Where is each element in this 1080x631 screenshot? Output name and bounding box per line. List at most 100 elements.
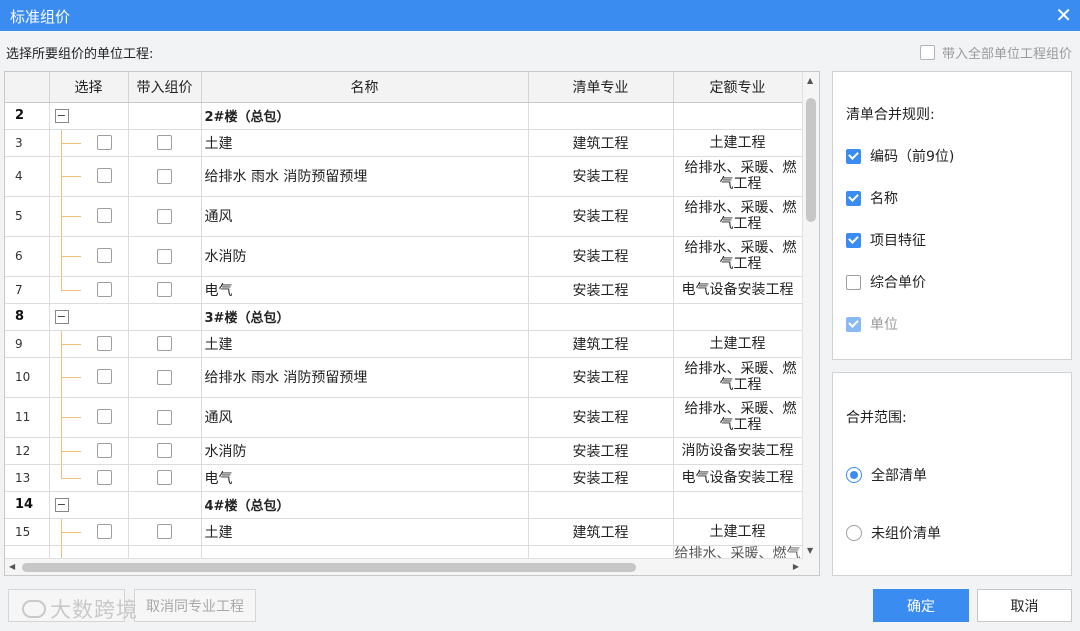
merge-rule-features[interactable]: 项目特征 xyxy=(846,230,926,250)
select-cell[interactable] xyxy=(49,357,129,398)
select-checkbox[interactable] xyxy=(96,409,112,424)
quota-major[interactable] xyxy=(673,102,803,130)
scroll-up-icon[interactable]: ▲ xyxy=(807,76,813,85)
select-checkbox[interactable] xyxy=(96,281,112,297)
bring-pricing-checkbox[interactable] xyxy=(157,524,172,539)
quota-major[interactable]: 给排水、采暖、燃气工程 xyxy=(673,357,803,398)
column-header-bring-pricing[interactable]: 带入组价 xyxy=(128,72,202,103)
bring-pricing-checkbox[interactable] xyxy=(157,248,172,264)
name-checkbox[interactable] xyxy=(846,190,861,206)
select-cell[interactable] xyxy=(49,276,129,304)
list-major[interactable]: 安装工程 xyxy=(528,196,674,237)
scroll-down-icon[interactable]: ▼ xyxy=(807,546,813,555)
quota-major[interactable]: 消防设备安装工程 xyxy=(673,437,803,465)
list-major[interactable]: 安装工程 xyxy=(528,156,674,197)
scope-unpriced-lists[interactable]: 未组价清单 xyxy=(846,523,941,543)
bring-pricing-checkbox[interactable] xyxy=(157,336,172,351)
list-major[interactable]: 建筑工程 xyxy=(528,129,674,157)
bring-pricing-checkbox[interactable] xyxy=(157,470,172,485)
table-row[interactable]: 11 通风 安装工程 给排水、采暖、燃气工程 xyxy=(5,397,803,438)
table-row[interactable]: 10 给排水 雨水 消防预留预埋 安装工程 给排水、采暖、燃气工程 xyxy=(5,357,803,398)
bring-pricing-cell[interactable] xyxy=(128,156,202,197)
table-row[interactable]: 13 电气 安装工程 电气设备安装工程 xyxy=(5,464,803,492)
column-header-list-major[interactable]: 清单专业 xyxy=(528,72,674,103)
list-major[interactable]: 安装工程 xyxy=(528,236,674,277)
group-row[interactable]: 8− 3#楼（总包） xyxy=(5,303,803,331)
bring-pricing-cell[interactable] xyxy=(128,397,202,438)
horizontal-scroll-thumb[interactable] xyxy=(22,563,636,572)
column-header-quota-major[interactable]: 定额专业 xyxy=(673,72,803,103)
close-icon[interactable]: ✕ xyxy=(1055,2,1072,28)
bring-pricing-cell[interactable] xyxy=(128,303,202,331)
quota-major[interactable] xyxy=(673,303,803,331)
list-major[interactable] xyxy=(528,303,674,331)
bring-pricing-cell[interactable] xyxy=(128,276,202,304)
bring-pricing-checkbox[interactable] xyxy=(157,369,172,385)
select-cell[interactable] xyxy=(49,236,129,277)
quota-major[interactable] xyxy=(673,491,803,519)
quota-major[interactable]: 给排水、采暖、燃气工程 xyxy=(673,397,803,438)
bring-pricing-cell[interactable] xyxy=(128,518,202,546)
select-checkbox[interactable] xyxy=(96,369,112,384)
table-row[interactable]: 9 土建 建筑工程 土建工程 xyxy=(5,330,803,358)
features-checkbox[interactable] xyxy=(846,232,861,248)
list-major[interactable] xyxy=(528,491,674,519)
code-checkbox[interactable] xyxy=(846,148,861,164)
bring-pricing-cell[interactable] xyxy=(128,464,202,492)
select-cell[interactable]: − xyxy=(49,491,129,519)
scope-all-lists[interactable]: 全部清单 xyxy=(846,465,927,485)
list-major[interactable]: 建筑工程 xyxy=(528,330,674,358)
confirm-button[interactable]: 确定 xyxy=(873,589,969,622)
merge-rule-unit-price[interactable]: 综合单价 xyxy=(846,272,926,292)
bring-pricing-checkbox[interactable] xyxy=(157,409,172,425)
collapse-icon[interactable]: − xyxy=(54,497,69,512)
select-cell[interactable] xyxy=(49,156,129,197)
select-cell[interactable]: − xyxy=(49,303,129,331)
select-cell[interactable]: − xyxy=(49,102,129,130)
vertical-scroll-thumb[interactable] xyxy=(806,98,816,222)
unit-price-checkbox[interactable] xyxy=(846,274,861,290)
bring-pricing-cell[interactable] xyxy=(128,437,202,465)
select-checkbox[interactable] xyxy=(96,168,112,183)
vertical-scrollbar[interactable]: ▲ ▼ xyxy=(802,72,819,575)
merge-rule-code[interactable]: 编码（前9位) xyxy=(846,146,954,166)
select-cell[interactable] xyxy=(49,330,129,358)
list-major[interactable]: 安装工程 xyxy=(528,437,674,465)
list-major[interactable] xyxy=(528,102,674,130)
select-checkbox[interactable] xyxy=(96,208,112,223)
select-cell[interactable] xyxy=(49,464,129,492)
quota-major[interactable]: 给排水、采暖、燃气工程 xyxy=(673,156,803,197)
select-cell[interactable] xyxy=(49,437,129,465)
cancel-same-major-button[interactable]: 取消同专业工程 xyxy=(134,589,256,622)
bring-pricing-checkbox[interactable] xyxy=(157,443,172,458)
table-row[interactable]: 15 土建 建筑工程 土建工程 xyxy=(5,518,803,546)
list-major[interactable]: 安装工程 xyxy=(528,276,674,304)
table-row[interactable]: 5 通风 安装工程 给排水、采暖、燃气工程 xyxy=(5,196,803,237)
select-checkbox[interactable] xyxy=(96,442,112,458)
bring-pricing-cell[interactable] xyxy=(128,129,202,157)
quota-major[interactable]: 电气设备安装工程 xyxy=(673,464,803,492)
bring-pricing-checkbox[interactable] xyxy=(157,282,172,297)
cancel-button[interactable]: 取消 xyxy=(977,589,1072,622)
column-header-select[interactable]: 选择 xyxy=(49,72,129,103)
bring-pricing-checkbox[interactable] xyxy=(157,208,172,224)
scroll-left-icon[interactable]: ◀ xyxy=(9,562,15,571)
bring-all-projects-checkbox[interactable]: 带入全部单位工程组价 xyxy=(919,43,1072,62)
collapse-icon[interactable]: − xyxy=(54,108,69,123)
bring-pricing-cell[interactable] xyxy=(128,102,202,130)
quota-major[interactable]: 土建工程 xyxy=(673,129,803,157)
quota-major[interactable]: 土建工程 xyxy=(673,518,803,546)
select-cell[interactable] xyxy=(49,518,129,546)
all-lists-radio[interactable] xyxy=(846,467,862,483)
table-row[interactable]: 4 给排水 雨水 消防预留预埋 安装工程 给排水、采暖、燃气工程 xyxy=(5,156,803,197)
bring-pricing-checkbox[interactable] xyxy=(157,168,172,184)
list-major[interactable]: 安装工程 xyxy=(528,357,674,398)
select-checkbox[interactable] xyxy=(96,469,112,485)
bring-pricing-checkbox[interactable] xyxy=(157,135,172,150)
bring-pricing-cell[interactable] xyxy=(128,196,202,237)
group-row[interactable]: 2− 2#楼（总包） xyxy=(5,102,803,130)
horizontal-scrollbar[interactable]: ◀ ▶ xyxy=(5,558,803,575)
bring-pricing-cell[interactable] xyxy=(128,357,202,398)
group-row[interactable]: 14− 4#楼（总包） xyxy=(5,491,803,519)
select-checkbox[interactable] xyxy=(96,523,112,539)
